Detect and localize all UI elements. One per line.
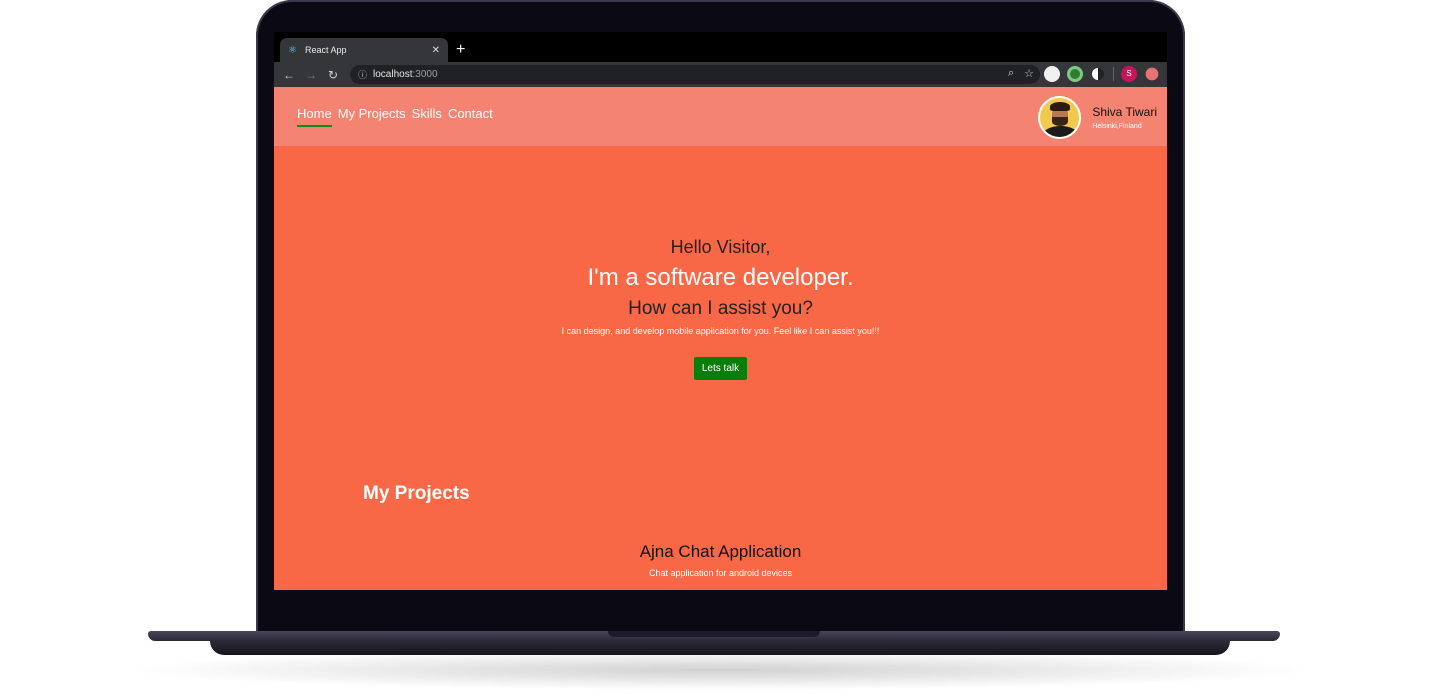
projects-section-title: My Projects — [363, 483, 470, 504]
address-bar[interactable]: ⓘ localhost:3000 ⌕ ☆ — [350, 65, 1040, 84]
zoom-icon[interactable]: ⌕ — [1008, 67, 1014, 80]
main-nav: Home My Projects Skills Contact — [297, 106, 493, 127]
extension-icon[interactable] — [1092, 68, 1104, 80]
extension-icon[interactable] — [1067, 66, 1083, 82]
profile-avatar[interactable]: S — [1121, 66, 1137, 82]
laptop-base-bottom — [210, 641, 1230, 655]
extensions-area: S — [1044, 66, 1160, 82]
close-icon[interactable]: ✕ — [432, 45, 440, 56]
web-page: Home My Projects Skills Contact Shiva Ti… — [274, 87, 1167, 590]
toolbar-divider — [1113, 67, 1114, 81]
project-card: Ajna Chat Application Chat application f… — [274, 542, 1167, 578]
browser-tab[interactable]: ⚛ React App ✕ — [280, 38, 448, 62]
profile-location: Helsinki,Finland — [1092, 123, 1142, 130]
url-port: :3000 — [412, 69, 438, 80]
lets-talk-button[interactable]: Lets talk — [693, 357, 748, 380]
nav-contact[interactable]: Contact — [448, 106, 493, 127]
extension-icon[interactable] — [1145, 67, 1159, 81]
profile-card: Shiva Tiwari Helsinki,Finland — [1038, 96, 1157, 139]
tab-title: React App — [304, 45, 347, 55]
hero-question: How can I assist you? — [628, 298, 813, 319]
forward-arrow-icon[interactable]: → — [300, 68, 322, 82]
react-icon: ⚛ — [288, 44, 297, 56]
project-description: Chat application for android devices — [648, 568, 793, 578]
avatar — [1038, 96, 1082, 139]
hero-section: Hello Visitor, I'm a software developer.… — [274, 237, 1167, 380]
hero-blurb: I can design, and develop mobile applica… — [561, 326, 880, 336]
bookmark-star-icon[interactable]: ☆ — [1024, 67, 1034, 80]
info-icon[interactable]: ⓘ — [358, 68, 367, 81]
laptop-mockup: ⚛ React App ✕ + ← → ↻ ⓘ localhost:3000 ⌕… — [0, 0, 1440, 695]
back-arrow-icon[interactable]: ← — [278, 68, 300, 82]
nav-skills[interactable]: Skills — [412, 106, 442, 127]
url-host: localhost — [373, 69, 413, 80]
reload-icon[interactable]: ↻ — [322, 68, 344, 82]
new-tab-button[interactable]: + — [456, 40, 465, 60]
hero-greeting: Hello Visitor, — [670, 237, 771, 257]
hero-headline: I'm a software developer. — [587, 264, 854, 291]
site-header: Home My Projects Skills Contact Shiva Ti… — [274, 87, 1167, 146]
extension-icon[interactable] — [1044, 66, 1060, 82]
profile-name: Shiva Tiwari — [1092, 105, 1157, 119]
browser-tabstrip: ⚛ React App ✕ + — [274, 32, 1167, 62]
browser-toolbar: ← → ↻ ⓘ localhost:3000 ⌕ ☆ S — [274, 62, 1167, 87]
laptop-notch — [608, 631, 820, 637]
laptop-screen: ⚛ React App ✕ + ← → ↻ ⓘ localhost:3000 ⌕… — [274, 32, 1167, 590]
project-title: Ajna Chat Application — [639, 542, 802, 561]
laptop-shadow — [120, 650, 1320, 690]
nav-home[interactable]: Home — [297, 106, 332, 127]
nav-my-projects[interactable]: My Projects — [338, 106, 406, 127]
